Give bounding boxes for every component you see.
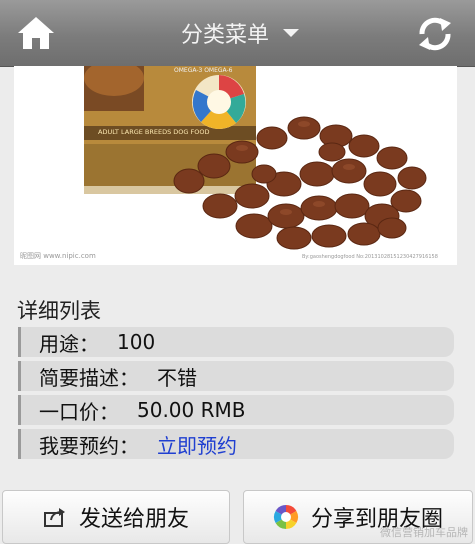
detail-value: 50.00 RMB <box>137 398 246 422</box>
detail-label: 简要描述： <box>39 365 139 390</box>
chevron-down-icon <box>283 29 299 37</box>
home-icon <box>18 17 54 49</box>
detail-value: 100 <box>117 330 156 354</box>
package-sub-label: OMEGA-3 OMEGA-6 <box>174 67 233 74</box>
top-navigation-bar: 分类菜单 <box>0 0 475 67</box>
detail-list-heading: 详细列表 <box>17 299 101 323</box>
detail-row-description: 简要描述： 不错 <box>18 361 454 391</box>
detail-row-reservation: 我要预约： 立即预约 <box>18 429 454 459</box>
moments-icon <box>273 505 298 529</box>
package-label: ADULT LARGE BREEDS DOG FOOD <box>98 128 210 136</box>
detail-label: 用途： <box>39 331 99 356</box>
reserve-now-link[interactable]: 立即预约 <box>157 430 237 459</box>
share-out-icon <box>43 508 65 527</box>
detail-list: 用途： 100 简要描述： 不错 一口价： 50.00 RMB 我要预约： 立即… <box>18 327 454 463</box>
home-button[interactable] <box>16 14 56 52</box>
category-menu-dropdown[interactable]: 分类菜单 <box>150 16 330 50</box>
send-to-friend-label: 发送给朋友 <box>78 507 189 532</box>
detail-value: 不错 <box>157 365 197 390</box>
refresh-button[interactable] <box>414 14 456 54</box>
detail-row-usage: 用途： 100 <box>18 327 454 357</box>
watermark-text: 微信营销加车品牌 <box>380 526 468 539</box>
category-menu-label: 分类菜单 <box>180 23 269 48</box>
product-image: OMEGA-3 OMEGA-6 ADULT LARGE BREEDS DOG F… <box>14 66 457 265</box>
send-to-friend-button[interactable]: 发送给朋友 <box>2 490 230 544</box>
image-caption-left: 昵图网 www.nipic.com <box>20 252 96 260</box>
refresh-icon <box>419 17 451 51</box>
detail-label: 我要预约： <box>39 433 139 458</box>
detail-row-price: 一口价： 50.00 RMB <box>18 395 454 425</box>
image-caption-right: By:gaoshengdogfood No:201310281512304279… <box>302 254 438 260</box>
detail-label: 一口价： <box>39 399 119 424</box>
